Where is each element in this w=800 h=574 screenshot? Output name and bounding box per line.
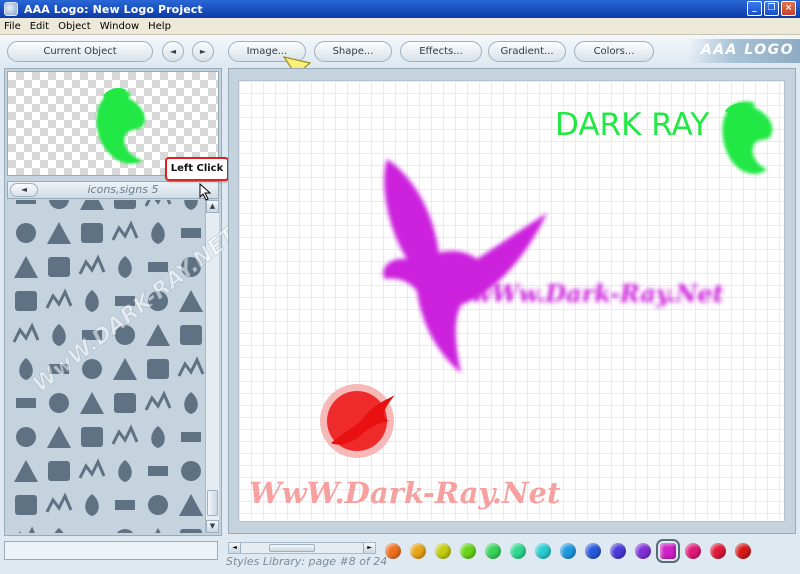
minimize-button[interactable]: _ [747,1,762,16]
color-swatch[interactable] [585,543,601,559]
library-icon[interactable] [75,490,109,520]
color-swatch[interactable] [385,543,401,559]
color-swatch[interactable] [735,543,751,559]
library-icon[interactable] [108,490,142,520]
color-swatch[interactable] [510,543,526,559]
color-swatch[interactable] [610,543,626,559]
green-globe-icon[interactable] [722,101,773,174]
library-icon[interactable] [9,524,43,533]
brand-logo: AAA LOGO [688,39,800,63]
window-title: AAA Logo: New Logo Project [24,2,203,16]
maximize-button[interactable]: ❐ [764,1,779,16]
logo-title-text[interactable]: DARK RAY [555,107,709,143]
prev-object-button[interactable]: ◄ [162,41,184,62]
library-icon[interactable] [108,422,142,452]
brand-text: AAA LOGO [700,42,794,58]
effects-button[interactable]: Effects... [400,41,482,62]
styles-scroll-left[interactable]: ◄ [229,543,241,553]
next-object-button[interactable]: ► [192,41,214,62]
library-icon[interactable] [174,490,205,520]
status-field [4,541,218,560]
library-icon[interactable] [9,490,43,520]
color-swatch[interactable] [685,543,701,559]
scroll-down-button[interactable]: ▼ [206,520,219,533]
color-swatch[interactable] [435,543,451,559]
library-icon[interactable] [42,422,76,452]
colors-button[interactable]: Colors... [574,41,654,62]
library-icon[interactable] [141,490,175,520]
library-icon[interactable] [174,456,205,486]
scroll-thumb[interactable] [207,490,218,516]
color-swatch[interactable] [535,543,551,559]
styles-scroll-thumb[interactable] [269,544,315,552]
red-eagle-icon[interactable] [320,384,395,458]
purple-swallow-icon[interactable] [383,159,547,373]
menu-edit[interactable]: Edit [30,21,49,32]
url-purple-text[interactable]: wWw.Dark-Ray.Net [471,279,724,308]
title-bar: AAA Logo: New Logo Project _ ❐ × [0,0,800,18]
app-icon [4,2,18,16]
watermark-text: WwW.DARK-RAY.NET [28,222,243,398]
menu-window[interactable]: Window [100,21,139,32]
mouse-cursor-icon [199,183,212,201]
library-icon[interactable] [42,490,76,520]
watermark: WwW.DARK-RAY.NET [28,222,244,398]
color-swatch[interactable] [410,543,426,559]
library-icon[interactable] [141,524,175,533]
gradient-button[interactable]: Gradient... [488,41,566,62]
color-swatch[interactable] [656,539,680,563]
menu-file[interactable]: File [4,21,21,32]
library-icon[interactable] [108,456,142,486]
menu-bar: File Edit Object Window Help [0,18,800,35]
styles-scroll-right[interactable]: ► [363,543,375,553]
current-object-button[interactable]: Current Object [7,41,153,62]
library-icon[interactable] [75,456,109,486]
url-pink-text[interactable]: WwW.Dark-Ray.Net [249,476,561,510]
library-icon[interactable] [75,524,109,533]
library-icon[interactable] [174,422,205,452]
close-button[interactable]: × [781,1,796,16]
design-canvas[interactable]: DARK RAY wWw.Dark-Ray.Net WwW.Dark-Ray.N… [238,80,785,522]
library-icon[interactable] [108,524,142,533]
color-swatch[interactable] [635,543,651,559]
library-icon[interactable] [9,456,43,486]
library-icon[interactable] [75,422,109,452]
menu-object[interactable]: Object [58,21,91,32]
color-swatch[interactable] [485,543,501,559]
library-icon[interactable] [141,456,175,486]
toolbar: Current Object ◄ ► Image... Shape... Eff… [0,35,800,67]
color-swatch[interactable] [460,543,476,559]
library-icon[interactable] [42,456,76,486]
canvas-frame: DARK RAY wWw.Dark-Ray.Net WwW.Dark-Ray.N… [228,68,796,534]
styles-scrollbar[interactable]: ◄ ► [228,542,376,554]
library-icon[interactable] [141,422,175,452]
color-swatch[interactable] [560,543,576,559]
color-swatch[interactable] [710,543,726,559]
library-icon[interactable] [42,524,76,533]
library-icon[interactable] [9,422,43,452]
shape-button[interactable]: Shape... [314,41,392,62]
menu-help[interactable]: Help [148,21,171,32]
left-click-callout: Left Click [165,157,229,181]
styles-library-label: Styles Library: page #8 of 24 [226,555,388,568]
logo-artwork: DARK RAY wWw.Dark-Ray.Net WwW.Dark-Ray.N… [249,101,773,510]
library-icon[interactable] [174,524,205,533]
